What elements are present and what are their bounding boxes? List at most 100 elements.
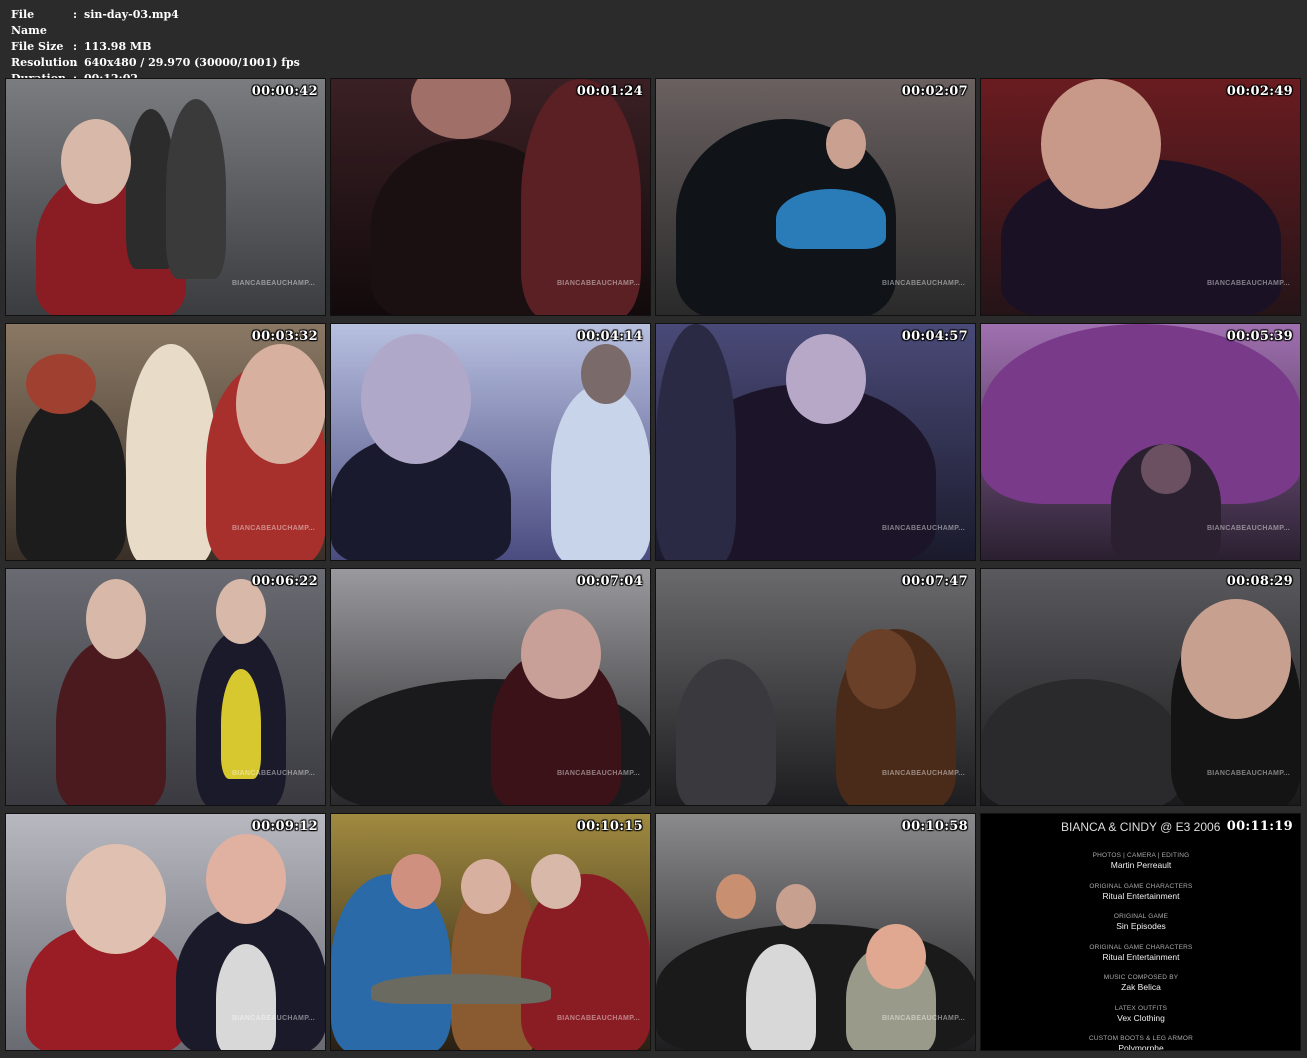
figure-body (746, 944, 816, 1050)
watermark-text: BIANCABEAUCHAMP... (231, 280, 315, 287)
timestamp-label: 00:04:14 (576, 329, 643, 344)
figure-head (716, 874, 756, 919)
timestamp-label: 00:09:12 (251, 819, 318, 834)
thumbnail-grid: BIANCABEAUCHAMP... 00:00:42 BIANCABEAUCHAM… (5, 78, 1302, 1054)
watermark-text: BIANCABEAUCHAMP... (881, 770, 965, 777)
credit-block: ORIGINAL GAME CHARACTERS Ritual Entertain… (1071, 883, 1211, 901)
timestamp-label: 00:05:39 (1226, 329, 1293, 344)
credit-name: Polymorphe (1118, 1043, 1164, 1051)
timestamp-label: 00:07:47 (901, 574, 968, 589)
watermark-text: BIANCABEAUCHAMP... (1206, 525, 1290, 532)
watermark-text: BIANCABEAUCHAMP... (881, 525, 965, 532)
video-thumbnail[interactable]: BIANCABEAUCHAMP... 00:05:39 (980, 323, 1301, 561)
file-size-row: File Size : 113.98 MB (11, 39, 300, 55)
timestamp-label: 00:03:32 (251, 329, 318, 344)
resolution-row: Resolution : 640x480 / 29.970 (30000/100… (11, 55, 300, 71)
file-name-label: File Name (11, 8, 47, 37)
figure-body (216, 944, 276, 1050)
timestamp-label: 00:01:24 (576, 84, 643, 99)
figure-body (126, 344, 216, 560)
figure-head (776, 884, 816, 929)
figure-head (846, 629, 916, 709)
video-thumbnail[interactable]: BIANCABEAUCHAMP... 00:00:42 (5, 78, 326, 316)
timestamp-label: 00:07:04 (576, 574, 643, 589)
watermark-text: BIANCABEAUCHAMP... (1206, 280, 1290, 287)
figure-head (66, 844, 166, 954)
video-thumbnail[interactable]: BIANCABEAUCHAMP... 00:02:49 (980, 78, 1301, 316)
credit-name: Sin Episodes (1116, 921, 1166, 931)
video-thumbnail[interactable]: BIANCABEAUCHAMP... 00:03:32 (5, 323, 326, 561)
credit-name: Zak Belica (1121, 982, 1161, 992)
video-thumbnail[interactable]: BIANCABEAUCHAMP... 00:08:29 (980, 568, 1301, 806)
figure-body (16, 394, 126, 560)
file-name-value: sin-day-03.mp4 (84, 8, 179, 21)
file-size-label: File Size (11, 40, 64, 53)
figure-body (371, 974, 551, 1004)
figure-head (26, 354, 96, 414)
figure-head (521, 609, 601, 699)
thumbnail-image (331, 324, 650, 560)
figure-head (391, 854, 441, 909)
video-thumbnail[interactable]: BIANCABEAUCHAMP... 00:06:22 (5, 568, 326, 806)
credit-block: MUSIC COMPOSED BY Zak Belica (1071, 974, 1211, 992)
video-thumbnail[interactable]: BIANCABEAUCHAMP... 00:07:47 (655, 568, 976, 806)
watermark-text: BIANCABEAUCHAMP... (231, 1015, 315, 1022)
watermark-text: BIANCABEAUCHAMP... (231, 770, 315, 777)
video-thumbnail[interactable]: BIANCA & CINDY @ E3 2006 PHOTOS | CAMERA … (980, 813, 1301, 1051)
figure-head (866, 924, 926, 989)
timestamp-label: 00:08:29 (1226, 574, 1293, 589)
watermark-text: BIANCABEAUCHAMP... (556, 280, 640, 287)
credit-name: Ritual Entertainment (1102, 890, 1180, 901)
video-thumbnail[interactable]: BIANCABEAUCHAMP... 00:01:24 (330, 78, 651, 316)
video-thumbnail[interactable]: BIANCABEAUCHAMP... 00:09:12 (5, 813, 326, 1051)
figure-head (1041, 79, 1161, 209)
video-thumbnail[interactable]: BIANCABEAUCHAMP... 00:04:57 (655, 323, 976, 561)
figure-head (581, 344, 631, 404)
figure-body (166, 99, 226, 279)
timestamp-label: 00:11:19 (1226, 819, 1293, 834)
figure-head (86, 579, 146, 659)
file-size-value: 113.98 MB (84, 40, 152, 53)
figure-head (411, 79, 511, 139)
resolution-value: 640x480 / 29.970 (30000/1001) fps (84, 56, 300, 69)
figure-body (656, 324, 736, 560)
figure-body (221, 669, 261, 779)
video-thumbnail[interactable]: BIANCABEAUCHAMP... 00:10:58 (655, 813, 976, 1051)
figure-head (1181, 599, 1291, 719)
credit-role: LATEX OUTFITS (1114, 1004, 1168, 1012)
video-thumbnail[interactable]: BIANCABEAUCHAMP... 00:10:15 (330, 813, 651, 1051)
watermark-text: BIANCABEAUCHAMP... (881, 1015, 965, 1022)
watermark-text: BIANCABEAUCHAMP... (881, 280, 965, 287)
timestamp-label: 00:02:07 (901, 84, 968, 99)
figure-body (776, 189, 886, 249)
credits-title: BIANCA & CINDY @ E3 2006 (1061, 820, 1221, 834)
credit-block: ORIGINAL GAME Sin Episodes (1071, 913, 1211, 931)
watermark-text: BIANCABEAUCHAMP... (556, 770, 640, 777)
file-info-panel: File Name : sin-day-03.mp4 File Size : 1… (11, 7, 300, 87)
credit-block: CUSTOM BOOTS & LEG ARMOR Polymorphe (1071, 1035, 1211, 1051)
timestamp-label: 00:10:58 (901, 819, 968, 834)
figure-head (826, 119, 866, 169)
timestamp-label: 00:02:49 (1226, 84, 1293, 99)
credit-block: LATEX OUTFITS Vex Clothing (1071, 1005, 1211, 1023)
figure-body (551, 384, 650, 560)
figure-head (531, 854, 581, 909)
video-thumbnail[interactable]: BIANCABEAUCHAMP... 00:02:07 (655, 78, 976, 316)
watermark-text: BIANCABEAUCHAMP... (1206, 770, 1290, 777)
figure-body (56, 639, 166, 805)
video-thumbnail[interactable]: BIANCABEAUCHAMP... 00:07:04 (330, 568, 651, 806)
timestamp-label: 00:00:42 (251, 84, 318, 99)
separator: : (73, 56, 78, 69)
credit-name: Martin Perreault (1110, 860, 1172, 870)
credit-block: PHOTOS | CAMERA | EDITING Martin Perreaul… (1071, 852, 1211, 870)
video-thumbnail[interactable]: 00:04:14 (330, 323, 651, 561)
credit-role: ORIGINAL GAME (1113, 913, 1169, 920)
figure-head (206, 834, 286, 924)
separator: : (73, 8, 78, 21)
credit-role: ORIGINAL GAME CHARACTERS (1089, 943, 1193, 951)
watermark-text: BIANCABEAUCHAMP... (231, 525, 315, 532)
figure-head (361, 334, 471, 464)
credit-name: Ritual Entertainment (1102, 951, 1180, 962)
figure-head (61, 119, 131, 204)
figure-head (236, 344, 325, 464)
